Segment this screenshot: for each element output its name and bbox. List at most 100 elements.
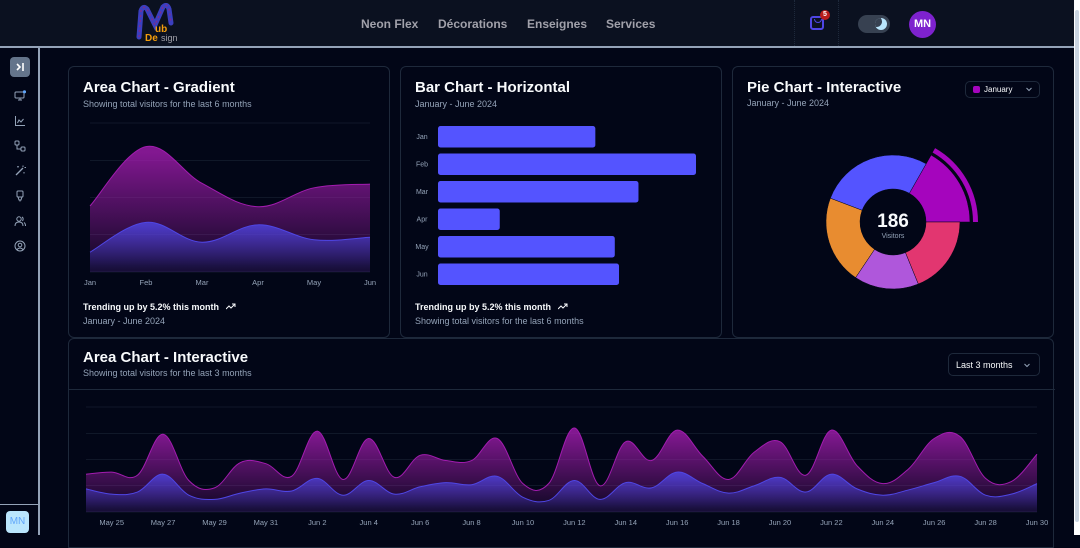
y-tick-label: Feb — [416, 162, 428, 169]
card-subtitle: January - June 2024 — [747, 98, 830, 108]
cart-count-badge: 5 — [820, 10, 830, 20]
bar — [438, 181, 639, 203]
area-gradient-card: Area Chart - Gradient Showing total visi… — [68, 66, 390, 338]
area-gradient-chart[interactable]: Jan Feb Mar Apr May Jun — [69, 107, 391, 292]
card-title: Pie Chart - Interactive — [747, 79, 902, 96]
month-select[interactable]: January — [965, 81, 1040, 98]
y-tick-label: Jun — [416, 272, 427, 279]
sidebar-item-lighting[interactable] — [10, 186, 30, 206]
x-tick-label: Jun 26 — [923, 518, 946, 527]
y-tick-label: Apr — [417, 217, 429, 224]
card-divider — [69, 389, 1055, 390]
y-tick-label: Jan — [416, 134, 427, 141]
trending-up-icon — [225, 303, 236, 310]
chevron-down-icon — [1024, 363, 1030, 368]
sidebar-item-effects[interactable] — [10, 161, 30, 181]
top-navbar: ub De sign Neon Flex Décorations Enseign… — [0, 0, 1075, 48]
sidebar-expand-icon — [16, 63, 24, 71]
y-tick-label: May — [415, 244, 429, 251]
users-icon — [14, 216, 26, 227]
x-tick-label: Jun 2 — [308, 518, 326, 527]
x-tick-label: Jun 10 — [512, 518, 535, 527]
x-tick-label: Jun 24 — [872, 518, 895, 527]
user-avatar[interactable]: MN — [909, 11, 936, 38]
x-tick-label: Jun 22 — [820, 518, 843, 527]
bar — [438, 153, 696, 175]
sidebar: MN — [0, 48, 40, 535]
y-tick-label: Mar — [416, 189, 429, 196]
chevron-down-icon — [1026, 87, 1032, 92]
user-circle-icon — [14, 240, 26, 252]
shapes-icon — [14, 140, 26, 152]
x-tick-label: May 25 — [99, 518, 124, 527]
bar-horizontal-card: Bar Chart - Horizontal January - June 20… — [400, 66, 722, 338]
x-tick-label: Jan — [84, 278, 96, 287]
nav-neon-flex[interactable]: Neon Flex — [361, 17, 418, 31]
x-tick-label: Apr — [252, 278, 264, 287]
pie-center-value: 186 — [877, 211, 909, 232]
scrollbar-thumb[interactable] — [1075, 10, 1079, 522]
x-tick-label: May 29 — [202, 518, 227, 527]
card-subtitle: Showing total visitors for the last 3 mo… — [83, 368, 252, 378]
trend-label: Trending up by 5.2% this month — [83, 302, 220, 312]
footer-description: Showing total visitors for the last 6 mo… — [415, 316, 584, 326]
time-range-value: Last 3 months — [956, 360, 1013, 370]
moon-icon — [875, 18, 887, 30]
bar — [438, 126, 596, 148]
month-color-swatch — [973, 86, 980, 93]
sidebar-item-analytics[interactable] — [10, 111, 30, 131]
date-range: January - June 2024 — [83, 316, 166, 326]
pie-interactive-chart[interactable]: 186Visitors — [793, 127, 993, 307]
trending-up-icon — [557, 303, 568, 310]
x-tick-label: May 31 — [254, 518, 279, 527]
x-tick-label: Jun 18 — [717, 518, 740, 527]
sidebar-divider — [0, 504, 40, 505]
page-scrollbar[interactable] — [1074, 0, 1080, 535]
lamp-icon — [16, 190, 24, 202]
pie-slice — [830, 154, 927, 211]
x-tick-label: Jun — [364, 278, 376, 287]
x-tick-label: Mar — [196, 278, 209, 287]
bar — [438, 236, 615, 258]
sidebar-item-account[interactable] — [10, 236, 30, 256]
x-tick-label: May 27 — [151, 518, 176, 527]
x-tick-label: Jun 8 — [462, 518, 480, 527]
pie-interactive-card: Pie Chart - Interactive January - June 2… — [732, 66, 1054, 338]
x-tick-label: Jun 14 — [614, 518, 637, 527]
area-interactive-chart[interactable]: May 25 May 27 May 29 May 31 Jun 2 Jun 4 Jun 6 J… — [69, 391, 1055, 536]
month-select-value: January — [984, 85, 1013, 94]
trend-text: Trending up by 5.2% this month — [83, 302, 236, 312]
theme-toggle[interactable] — [858, 15, 890, 33]
x-tick-label: Jun 16 — [666, 518, 689, 527]
bar-horizontal-chart[interactable]: Jan Feb Mar Apr May Jun — [401, 122, 723, 292]
bar — [438, 208, 500, 230]
trend-label: Trending up by 5.2% this month — [415, 302, 552, 312]
card-title: Area Chart - Gradient — [83, 79, 235, 96]
x-tick-label: May — [307, 278, 321, 287]
card-title: Area Chart - Interactive — [83, 349, 249, 366]
sidebar-item-users[interactable] — [10, 211, 30, 231]
sidebar-user-avatar[interactable]: MN — [6, 511, 29, 533]
magic-wand-icon — [15, 165, 26, 176]
x-tick-label: Jun 30 — [1026, 518, 1049, 527]
nav-services[interactable]: Services — [606, 17, 655, 31]
sidebar-item-shapes[interactable] — [10, 136, 30, 156]
x-tick-label: Jun 6 — [411, 518, 429, 527]
pie-center-label: Visitors — [882, 233, 905, 240]
time-range-select[interactable]: Last 3 months — [948, 353, 1040, 376]
x-tick-label: Jun 28 — [974, 518, 997, 527]
sidebar-expand-button[interactable] — [10, 57, 30, 77]
nav-decorations[interactable]: Décorations — [438, 17, 507, 31]
x-tick-label: Jun 20 — [769, 518, 792, 527]
trend-text: Trending up by 5.2% this month — [415, 302, 568, 312]
bar — [438, 263, 620, 285]
chart-icon — [15, 116, 25, 126]
x-tick-label: Feb — [140, 278, 153, 287]
card-subtitle: January - June 2024 — [415, 99, 498, 109]
cart-button[interactable]: 5 — [794, 0, 839, 46]
x-tick-label: Jun 12 — [563, 518, 586, 527]
nav-enseignes[interactable]: Enseignes — [527, 17, 587, 31]
x-tick-label: Jun 4 — [360, 518, 378, 527]
card-title: Bar Chart - Horizontal — [415, 79, 571, 96]
sidebar-item-display[interactable] — [10, 86, 30, 106]
